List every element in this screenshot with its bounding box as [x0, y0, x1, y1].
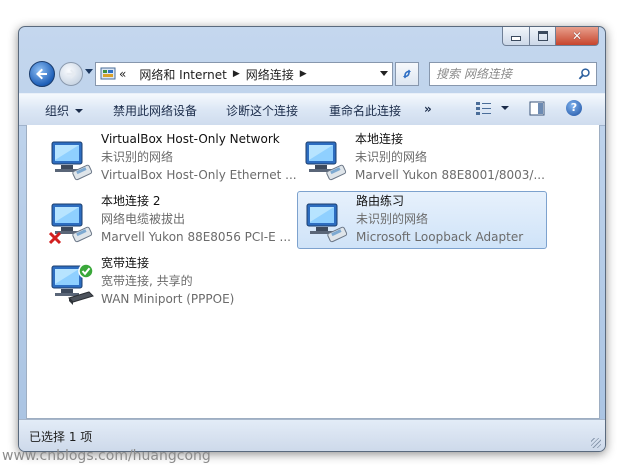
- navigation-bar: « 网络和 Internet ▶ 网络连接 ▶: [27, 61, 599, 87]
- connection-name: VirtualBox Host-Only Network: [101, 132, 280, 146]
- connection-text: 路由练习 未识别的网络 Microsoft Loopback Adapter: [356, 192, 523, 246]
- refresh-icon: [403, 69, 411, 79]
- connection-item-local-area[interactable]: 本地连接 未识别的网络 Marvell Yukon 88E8001/8003/.…: [297, 130, 545, 186]
- breadcrumb-separator[interactable]: ▶: [233, 69, 240, 79]
- resize-grip-icon[interactable]: [591, 438, 601, 448]
- address-bar[interactable]: « 网络和 Internet ▶ 网络连接 ▶: [95, 62, 393, 86]
- control-panel-icon: [100, 67, 116, 80]
- broadband-connected-icon: [51, 263, 94, 305]
- close-icon: ✕: [571, 29, 583, 43]
- connection-text: 本地连接 2 网络电缆被拔出 Marvell Yukon 88E8056 PCI…: [101, 192, 291, 246]
- close-button[interactable]: ✕: [556, 27, 599, 46]
- preview-pane-icon: [529, 101, 545, 116]
- connection-status: 未识别的网络: [101, 150, 174, 164]
- organize-menu[interactable]: 组织: [45, 102, 84, 119]
- breadcrumb-separator[interactable]: ▶: [300, 69, 307, 79]
- connection-item-routing-practice[interactable]: 路由练习 未识别的网络 Microsoft Loopback Adapter: [297, 191, 547, 249]
- connection-device: Microsoft Loopback Adapter: [356, 230, 524, 244]
- breadcrumb-lead[interactable]: «: [119, 67, 126, 81]
- minimize-button[interactable]: [502, 27, 530, 46]
- connection-device: Marvell Yukon 88E8056 PCI-E ...: [101, 230, 291, 244]
- network-adapter-icon: [51, 141, 93, 181]
- recent-pages-dropdown[interactable]: [85, 69, 93, 74]
- selection-count: 已选择 1 项: [29, 430, 93, 444]
- connection-name: 路由练习: [356, 194, 405, 208]
- chevron-down-icon: [501, 106, 509, 110]
- connection-item-local-area-2[interactable]: 本地连接 2 网络电缆被拔出 Marvell Yukon 88E8056 PCI…: [43, 192, 291, 248]
- explorer-window: ✕ « 网络和 Internet ▶ 网络连接 ▶ 搜索 网络连接 组织 禁用此…: [18, 26, 606, 452]
- caption-buttons: ✕: [502, 27, 599, 46]
- view-details-icon: [476, 102, 491, 115]
- search-box[interactable]: [429, 62, 597, 86]
- connection-status: 宽带连接, 共享的: [101, 274, 193, 288]
- minimize-icon: [511, 36, 521, 41]
- maximize-button[interactable]: [530, 27, 556, 46]
- change-view-button[interactable]: [475, 100, 509, 116]
- search-input[interactable]: [430, 66, 578, 82]
- connection-status: 未识别的网络: [356, 212, 429, 226]
- forward-arrow-icon: [66, 69, 77, 79]
- address-history-dropdown[interactable]: [380, 71, 388, 76]
- connection-text: 宽带连接 宽带连接, 共享的 WAN Miniport (PPPOE): [101, 254, 234, 308]
- breadcrumb-network-internet[interactable]: 网络和 Internet: [139, 66, 226, 83]
- command-bar: 组织 禁用此网络设备 诊断这个连接 重命名此连接 » ?: [19, 93, 605, 126]
- connection-status: 未识别的网络: [355, 150, 428, 164]
- help-button[interactable]: ?: [566, 100, 582, 116]
- maximize-icon: [537, 31, 548, 41]
- forward-button[interactable]: [59, 62, 83, 86]
- watermark: www.cnblogs.com/huangcong: [2, 448, 211, 464]
- chevron-down-icon: [75, 108, 84, 113]
- search-icon[interactable]: [578, 67, 591, 81]
- network-adapter-icon: [306, 203, 348, 243]
- preview-pane-button[interactable]: [529, 101, 545, 117]
- connection-item-broadband[interactable]: 宽带连接 宽带连接, 共享的 WAN Miniport (PPPOE): [43, 254, 291, 310]
- connection-name: 本地连接: [355, 132, 404, 146]
- more-commands-button[interactable]: »: [424, 102, 432, 116]
- network-adapter-icon: [305, 141, 347, 181]
- organize-label: 组织: [45, 104, 70, 118]
- connection-name: 本地连接 2: [101, 194, 161, 208]
- connection-item-virtualbox[interactable]: VirtualBox Host-Only Network 未识别的网络 Virt…: [43, 130, 297, 186]
- connection-text: VirtualBox Host-Only Network 未识别的网络 Virt…: [101, 130, 297, 184]
- back-arrow-icon: [36, 68, 47, 80]
- network-adapter-disconnected-icon: [49, 203, 93, 245]
- breadcrumb-network-connections[interactable]: 网络连接: [246, 66, 294, 83]
- help-label: ?: [570, 101, 578, 114]
- diagnose-connection-button[interactable]: 诊断这个连接: [226, 102, 298, 119]
- disable-device-button[interactable]: 禁用此网络设备: [113, 102, 197, 119]
- connection-text: 本地连接 未识别的网络 Marvell Yukon 88E8001/8003/.…: [355, 130, 545, 184]
- connections-list: VirtualBox Host-Only Network 未识别的网络 Virt…: [26, 125, 600, 419]
- rename-connection-button[interactable]: 重命名此连接: [329, 102, 401, 119]
- connection-device: WAN Miniport (PPPOE): [101, 292, 235, 306]
- connection-device: Marvell Yukon 88E8001/8003/...: [355, 168, 545, 182]
- help-icon: ?: [566, 100, 582, 116]
- back-button[interactable]: [29, 61, 55, 87]
- connection-device: VirtualBox Host-Only Ethernet ...: [101, 168, 297, 182]
- connection-status: 网络电缆被拔出: [101, 212, 186, 226]
- refresh-button[interactable]: [395, 62, 419, 86]
- connection-name: 宽带连接: [101, 256, 150, 270]
